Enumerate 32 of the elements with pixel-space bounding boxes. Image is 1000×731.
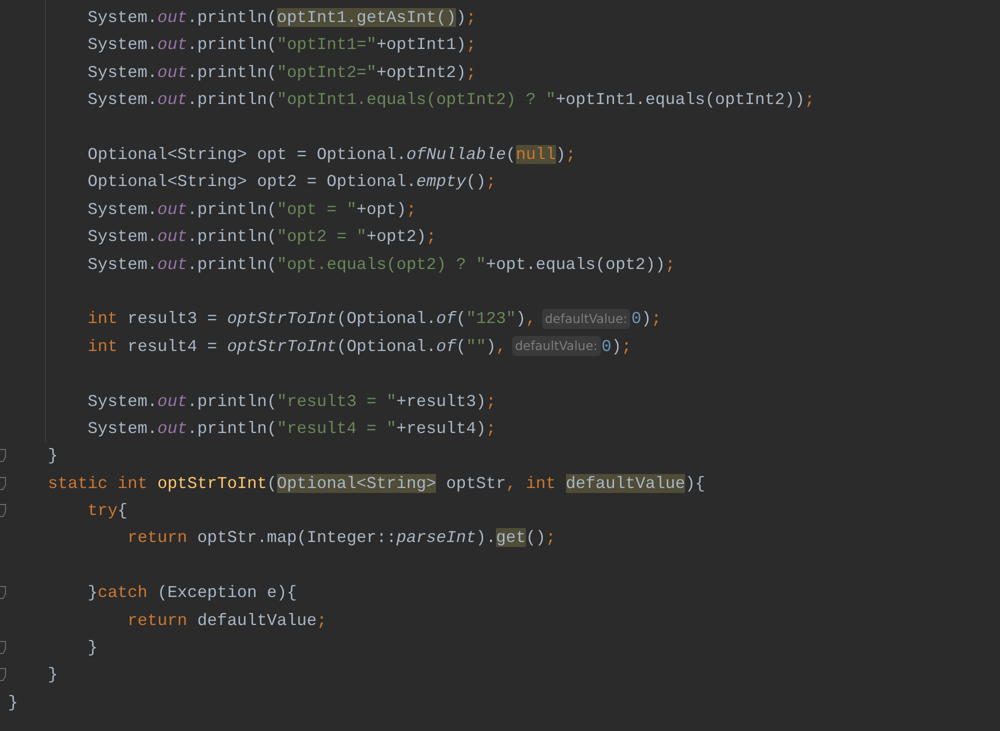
code-text: Optional<String> opt2 = Optional.empty(); (86, 171, 496, 194)
code-text: } (86, 637, 98, 660)
code-text: int result4 = optStrToInt(Optional.of(""), (86, 336, 506, 358)
fold-marker-icon[interactable] (0, 586, 6, 600)
code-text: try{ (86, 500, 128, 522)
code-text: System.out.println(optInt1.getAsInt()); (86, 7, 476, 29)
code-text: System.out.println("opt2 = "+opt2); (86, 226, 436, 248)
code-text: System.out.println("opt = "+opt); (86, 198, 416, 221)
code-text: System.out.println("result4 = "+result4); (86, 418, 496, 440)
fold-marker-icon[interactable] (0, 449, 6, 462)
code-text: 0); (602, 336, 632, 358)
code-text: return optStr.map(Integer::parseInt).get(); (126, 527, 556, 550)
code-text: } (46, 664, 58, 686)
parameter-hint: defaultValue: (542, 309, 630, 330)
code-text: System.out.println("optInt2="+optInt2); (86, 62, 476, 84)
code-text: return defaultValue; (126, 610, 327, 632)
code-text: } (46, 445, 58, 468)
parameter-hint: defaultValue: (512, 336, 601, 356)
code-text: 0); (631, 308, 662, 330)
fold-marker-icon[interactable] (0, 504, 6, 518)
fold-marker-icon[interactable] (0, 668, 6, 682)
code-text: System.out.println("optInt1="+optInt1); (86, 34, 476, 56)
fold-marker-icon[interactable] (0, 476, 6, 490)
code-text: } (8, 692, 18, 714)
code-text: static int optStrToInt(Optional<String> optStr, int defaultValue){ (46, 472, 706, 495)
code-text: System.out.println("optInt1.equals(optInt2) ? "+optInt1.equals(optInt2)); (86, 89, 815, 112)
code-text: int result3 = optStrToInt(Optional.of("123"), (86, 308, 536, 330)
fold-marker-icon[interactable] (0, 641, 6, 654)
code-text: System.out.println("result3 = "+result3); (86, 390, 496, 412)
code-text: System.out.println("opt.equals(opt2) ? "+opt.equals(opt2)); (86, 254, 676, 276)
code-text: }catch (Exception e){ (86, 582, 297, 604)
code-text: Optional<String> opt = Optional.ofNullable(null); (86, 144, 576, 166)
